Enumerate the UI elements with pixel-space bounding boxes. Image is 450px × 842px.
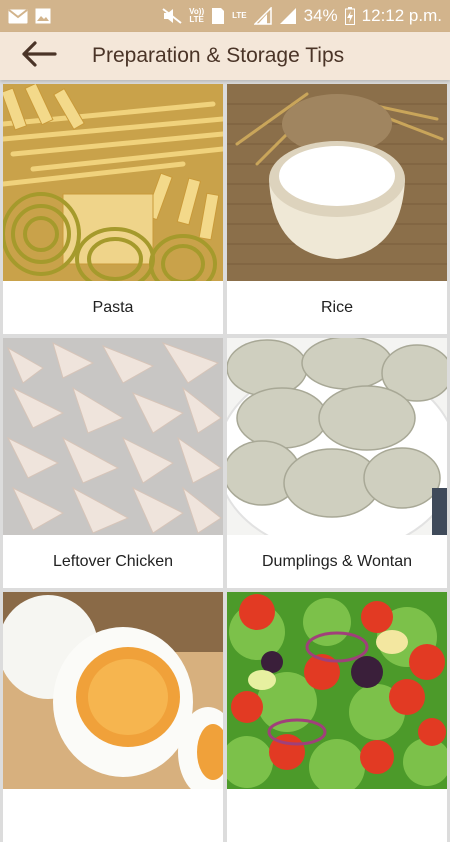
salad-image (227, 592, 447, 789)
rice-image (227, 84, 447, 281)
image-icon (35, 8, 51, 24)
volte-lte-label: LTE (189, 15, 204, 24)
lte-indicator: LTE (232, 12, 247, 20)
chicken-image (3, 338, 223, 535)
status-right: Vo)) LTE LTE 34% 12:12 p.m. (162, 6, 442, 26)
boiled-eggs-image (3, 592, 223, 789)
battery-percent: 34% (303, 6, 338, 25)
pasta-image (3, 84, 223, 281)
mute-icon (162, 8, 182, 24)
card-label-dumplings: Dumplings & Wontan (262, 552, 412, 570)
status-bar: Vo)) LTE LTE 34% 12:12 p.m. (0, 0, 450, 32)
card-pasta[interactable]: Pasta (3, 84, 223, 334)
card-leftover-chicken[interactable]: Leftover Chicken (3, 338, 223, 588)
card-label-leftover-chicken: Leftover Chicken (52, 552, 174, 570)
lte-label: LTE (232, 11, 247, 20)
signal-1-icon (253, 7, 272, 25)
tips-grid: Pasta Rice Leftover Chicken Dumplings & … (3, 84, 447, 842)
back-button[interactable] (0, 32, 78, 80)
card-label-boiled-eggs (3, 789, 223, 842)
app-bar: Preparation & Storage Tips (0, 32, 450, 80)
status-left (8, 8, 51, 24)
dumplings-image (227, 338, 447, 535)
arrow-left-icon (21, 40, 57, 72)
card-dumplings[interactable]: Dumplings & Wontan (227, 338, 447, 588)
gmail-icon (8, 8, 28, 24)
card-boiled-eggs[interactable] (3, 592, 223, 842)
card-label-rice: Rice (320, 298, 353, 316)
battery-charging-icon (344, 7, 355, 25)
sim-1-icon (211, 7, 225, 25)
card-salad[interactable] (227, 592, 447, 842)
volte-indicator: Vo)) LTE (189, 8, 204, 24)
signal-2-icon (279, 7, 297, 25)
card-rice[interactable]: Rice (227, 84, 447, 334)
clock: 12:12 p.m. (361, 6, 442, 25)
page-title: Preparation & Storage Tips (92, 44, 345, 67)
card-label-salad (227, 789, 447, 842)
card-label-pasta: Pasta (92, 298, 134, 316)
